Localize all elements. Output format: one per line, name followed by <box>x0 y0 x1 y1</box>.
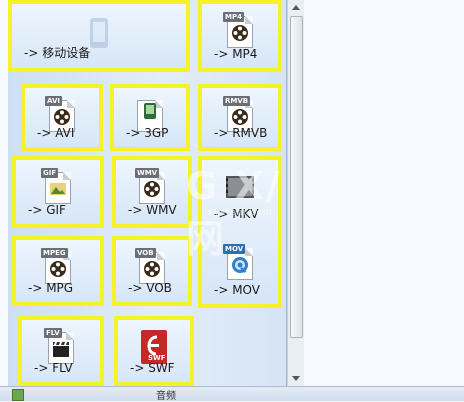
format-tag: VOB <box>135 248 156 258</box>
tile-mpg[interactable]: MPEG -> MPG <box>12 236 104 306</box>
tile-label: -> RMVB <box>214 126 268 140</box>
tile-label: -> 3GP <box>126 126 169 140</box>
format-tag: FLV <box>44 328 62 338</box>
tile-mp4[interactable]: MP4 -> MP4 <box>198 0 282 72</box>
quicktime-icon: MOV <box>223 244 257 282</box>
format-tag: GIF <box>41 168 59 178</box>
tile-swf[interactable]: SWF -> SWF <box>114 316 194 386</box>
tile-label: -> GIF <box>28 203 66 217</box>
vertical-scrollbar[interactable] <box>287 0 304 386</box>
scroll-up-arrow-icon[interactable] <box>292 5 300 10</box>
tile-gif[interactable]: GIF -> GIF <box>12 156 104 228</box>
audio-category-bar[interactable]: 音频 <box>0 386 464 402</box>
audio-icon <box>12 389 24 401</box>
scrollbar-thumb[interactable] <box>290 16 303 338</box>
tile-label: -> MOV <box>214 283 260 297</box>
tile-mkv[interactable]: -> MKV <box>202 160 278 228</box>
tile-label: -> MPG <box>28 281 74 295</box>
tile-label: -> AVI <box>37 126 75 140</box>
format-tag: MP4 <box>223 12 244 22</box>
tile-label: -> WMV <box>128 203 177 217</box>
format-tag: MPEG <box>41 248 68 258</box>
format-tag: RMVB <box>223 96 251 106</box>
film-reel-icon: MP4 <box>223 12 257 50</box>
tile-3gp[interactable]: -> 3GP <box>110 84 190 151</box>
tile-rmvb[interactable]: RMVB -> RMVB <box>198 84 282 151</box>
tile-avi[interactable]: AVI -> AVI <box>21 84 103 151</box>
scroll-down-arrow-icon[interactable] <box>292 376 300 381</box>
tile-label: -> SWF <box>130 361 175 375</box>
format-tag: WMV <box>135 168 160 178</box>
output-format-panel: -> 移动设备 MP4 -> MP4 AVI -> AVI -> 3GP RMV… <box>8 0 287 386</box>
tile-label: -> FLV <box>34 361 73 375</box>
film-reel-icon: WMV <box>135 168 169 206</box>
tile-mobile[interactable]: -> 移动设备 <box>8 0 190 72</box>
tile-vob[interactable]: VOB -> VOB <box>112 236 192 306</box>
tile-label: -> 移动设备 <box>24 46 91 60</box>
format-tag: MOV <box>223 244 246 254</box>
tile-label: -> VOB <box>128 281 172 295</box>
image-icon: GIF <box>41 168 75 206</box>
tile-flv[interactable]: FLV -> FLV <box>18 316 104 386</box>
tile-wmv[interactable]: WMV -> WMV <box>112 156 192 228</box>
tile-label: -> MKV <box>214 207 259 221</box>
tile-mov[interactable]: MOV -> MOV <box>202 236 278 304</box>
format-tag: AVI <box>45 96 62 106</box>
tile-label: -> MP4 <box>214 47 258 61</box>
filmstrip-icon <box>223 168 257 206</box>
